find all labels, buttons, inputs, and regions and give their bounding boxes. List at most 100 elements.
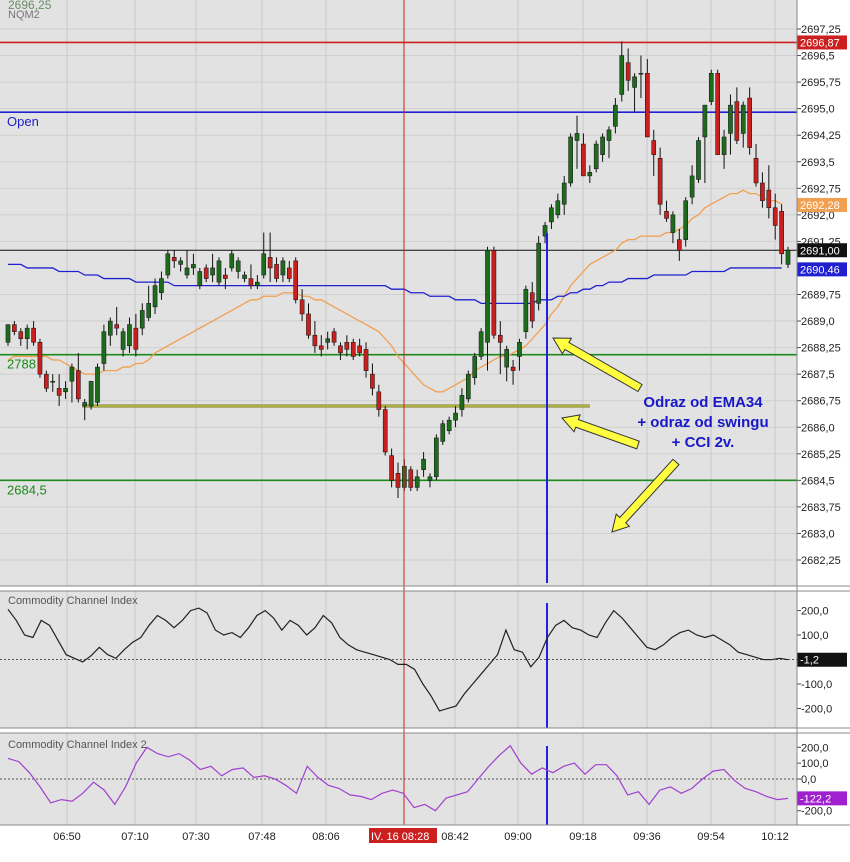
- candle-body: [376, 391, 382, 410]
- candle-body: [69, 366, 75, 382]
- candle-body: [31, 327, 36, 343]
- candle-body: [363, 349, 369, 371]
- candle-body: [287, 267, 292, 279]
- price-tag-label: 2690,46: [800, 264, 840, 276]
- candle-body: [44, 373, 49, 389]
- candle-body: [753, 157, 759, 184]
- time-tick-label: 06:50: [53, 831, 81, 843]
- price-tick-label: 2694,25: [801, 130, 841, 142]
- candle-body: [107, 320, 113, 336]
- annotation-line-1: Odraz od EMA34: [643, 394, 763, 411]
- candle-body: [440, 423, 446, 442]
- candle-body: [536, 242, 541, 304]
- candle-body: [561, 182, 567, 205]
- candle-body: [37, 342, 43, 375]
- candle-body: [146, 303, 151, 318]
- candle-body: [171, 257, 177, 262]
- candle-body: [683, 200, 689, 240]
- candle-body: [370, 373, 375, 389]
- price-tick-label: 2697,25: [801, 24, 841, 36]
- candle-body: [510, 366, 516, 371]
- candle-body: [587, 172, 593, 177]
- time-tick-label: 10:12: [761, 831, 789, 843]
- candle-body: [223, 274, 228, 279]
- price-tick-label: 2686,0: [801, 422, 835, 434]
- candle-body: [600, 136, 605, 155]
- candle-body: [772, 207, 778, 226]
- candle-body: [638, 73, 644, 75]
- price-tick-label: 2692,75: [801, 183, 841, 195]
- price-tick-label: 2689,0: [801, 316, 835, 328]
- candle-body: [632, 76, 637, 88]
- cci1-tick-label: 200,0: [801, 606, 829, 618]
- candle-body: [165, 253, 171, 276]
- cci2-tick-label: 200,0: [801, 742, 829, 754]
- cci1-tick-label: 100,0: [801, 630, 829, 642]
- candle-body: [728, 104, 733, 134]
- price-tick-label: 2687,5: [801, 369, 835, 381]
- annotation-line-3: + CCI 2v.: [672, 434, 735, 451]
- candle-body: [280, 260, 286, 276]
- price-tick-label: 2695,75: [801, 77, 841, 89]
- candle-body: [517, 342, 522, 357]
- time-tick-label: 07:30: [182, 831, 210, 843]
- candle-body: [664, 211, 669, 219]
- cci1-tick-label: -200,0: [801, 703, 832, 715]
- candle-body: [95, 366, 100, 403]
- candle-body: [127, 324, 132, 347]
- cci1-tick-label: -100,0: [801, 679, 832, 691]
- candle-body: [210, 267, 215, 276]
- candle-body: [645, 73, 650, 138]
- candle-body: [101, 331, 107, 364]
- candle-body: [766, 189, 772, 209]
- price-tick-label: 2693,5: [801, 157, 835, 169]
- candle-body: [408, 469, 414, 488]
- candle-body: [50, 380, 56, 383]
- candle-body: [625, 62, 631, 81]
- candle-body: [593, 143, 599, 170]
- candle-body: [267, 257, 273, 269]
- candle-body: [114, 324, 119, 329]
- price-tick-label: 2688,25: [801, 343, 841, 355]
- candle-body: [235, 260, 241, 272]
- candle-body: [747, 97, 752, 148]
- candle-body: [466, 373, 471, 400]
- time-tick-label: 09:36: [633, 831, 661, 843]
- candle-body: [306, 313, 311, 336]
- candle-body: [191, 264, 196, 269]
- candle-body: [178, 260, 183, 265]
- candle-body: [88, 380, 94, 407]
- candle-body: [677, 239, 682, 251]
- candle-body: [779, 211, 784, 255]
- candle-body: [427, 476, 433, 481]
- symbol-label: NQM2: [8, 9, 40, 21]
- candle-body: [197, 271, 203, 286]
- candle-body: [56, 388, 62, 396]
- candle-body: [248, 278, 254, 286]
- time-tick-label: 08:06: [312, 831, 340, 843]
- time-tick-label: 08:42: [441, 831, 469, 843]
- candle-body: [184, 267, 190, 276]
- candle-body: [63, 388, 68, 393]
- candle-body: [485, 250, 490, 343]
- candle-body: [274, 264, 279, 279]
- candle-body: [785, 250, 791, 265]
- candle-body: [696, 140, 701, 180]
- candle-body: [318, 345, 324, 350]
- candle-body: [312, 334, 318, 347]
- candle-body: [242, 274, 247, 279]
- candle-body: [568, 136, 573, 184]
- candle-body: [555, 200, 561, 216]
- candle-body: [133, 327, 139, 350]
- candle-body: [478, 331, 484, 357]
- candle-body: [261, 253, 267, 276]
- cci1-title: Commodity Channel Index: [8, 595, 138, 607]
- level-label: 2788: [7, 357, 36, 372]
- cci2-tick-label: -200,0: [801, 806, 832, 818]
- price-tick-label: 2696,5: [801, 51, 835, 63]
- candle-body: [740, 104, 746, 134]
- price-tag-label: 2692,28: [800, 200, 840, 212]
- candle-body: [491, 250, 497, 336]
- candle-body: [670, 214, 676, 233]
- candle-body: [715, 73, 720, 155]
